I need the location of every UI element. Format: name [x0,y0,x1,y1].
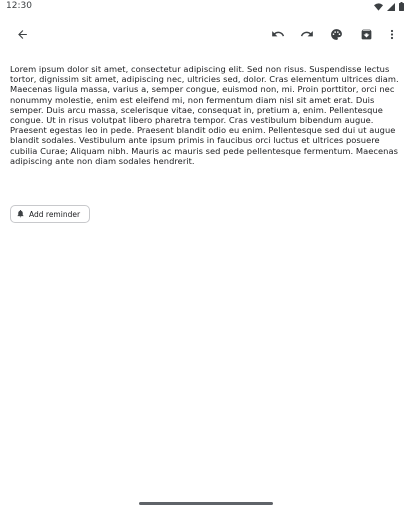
archive-button[interactable] [354,20,378,48]
gesture-nav-handle[interactable] [139,502,273,505]
palette-icon [330,28,343,41]
battery-icon [399,2,404,11]
status-icons [374,2,404,11]
archive-icon [360,28,373,41]
toolbar [0,20,410,48]
status-time: 12:30 [6,1,32,11]
back-button[interactable] [10,20,34,48]
bell-icon [16,205,25,223]
undo-button[interactable] [266,20,290,48]
more-vert-icon [386,28,398,41]
arrow-back-icon [16,28,29,41]
cellular-icon [387,2,395,11]
redo-icon [300,27,314,41]
undo-icon [271,27,285,41]
wifi-icon [374,2,383,11]
note-editor-screen: 12:30 Lorem ipsum dolor sit amet, consec… [0,0,410,512]
status-bar: 12:30 [0,0,410,14]
palette-button[interactable] [324,20,348,48]
add-reminder-label: Add reminder [29,209,81,219]
redo-button[interactable] [295,20,319,48]
add-reminder-button[interactable]: Add reminder [10,205,91,223]
note-body[interactable]: Lorem ipsum dolor sit amet, consectetur … [10,64,400,166]
more-options-button[interactable] [380,20,404,48]
